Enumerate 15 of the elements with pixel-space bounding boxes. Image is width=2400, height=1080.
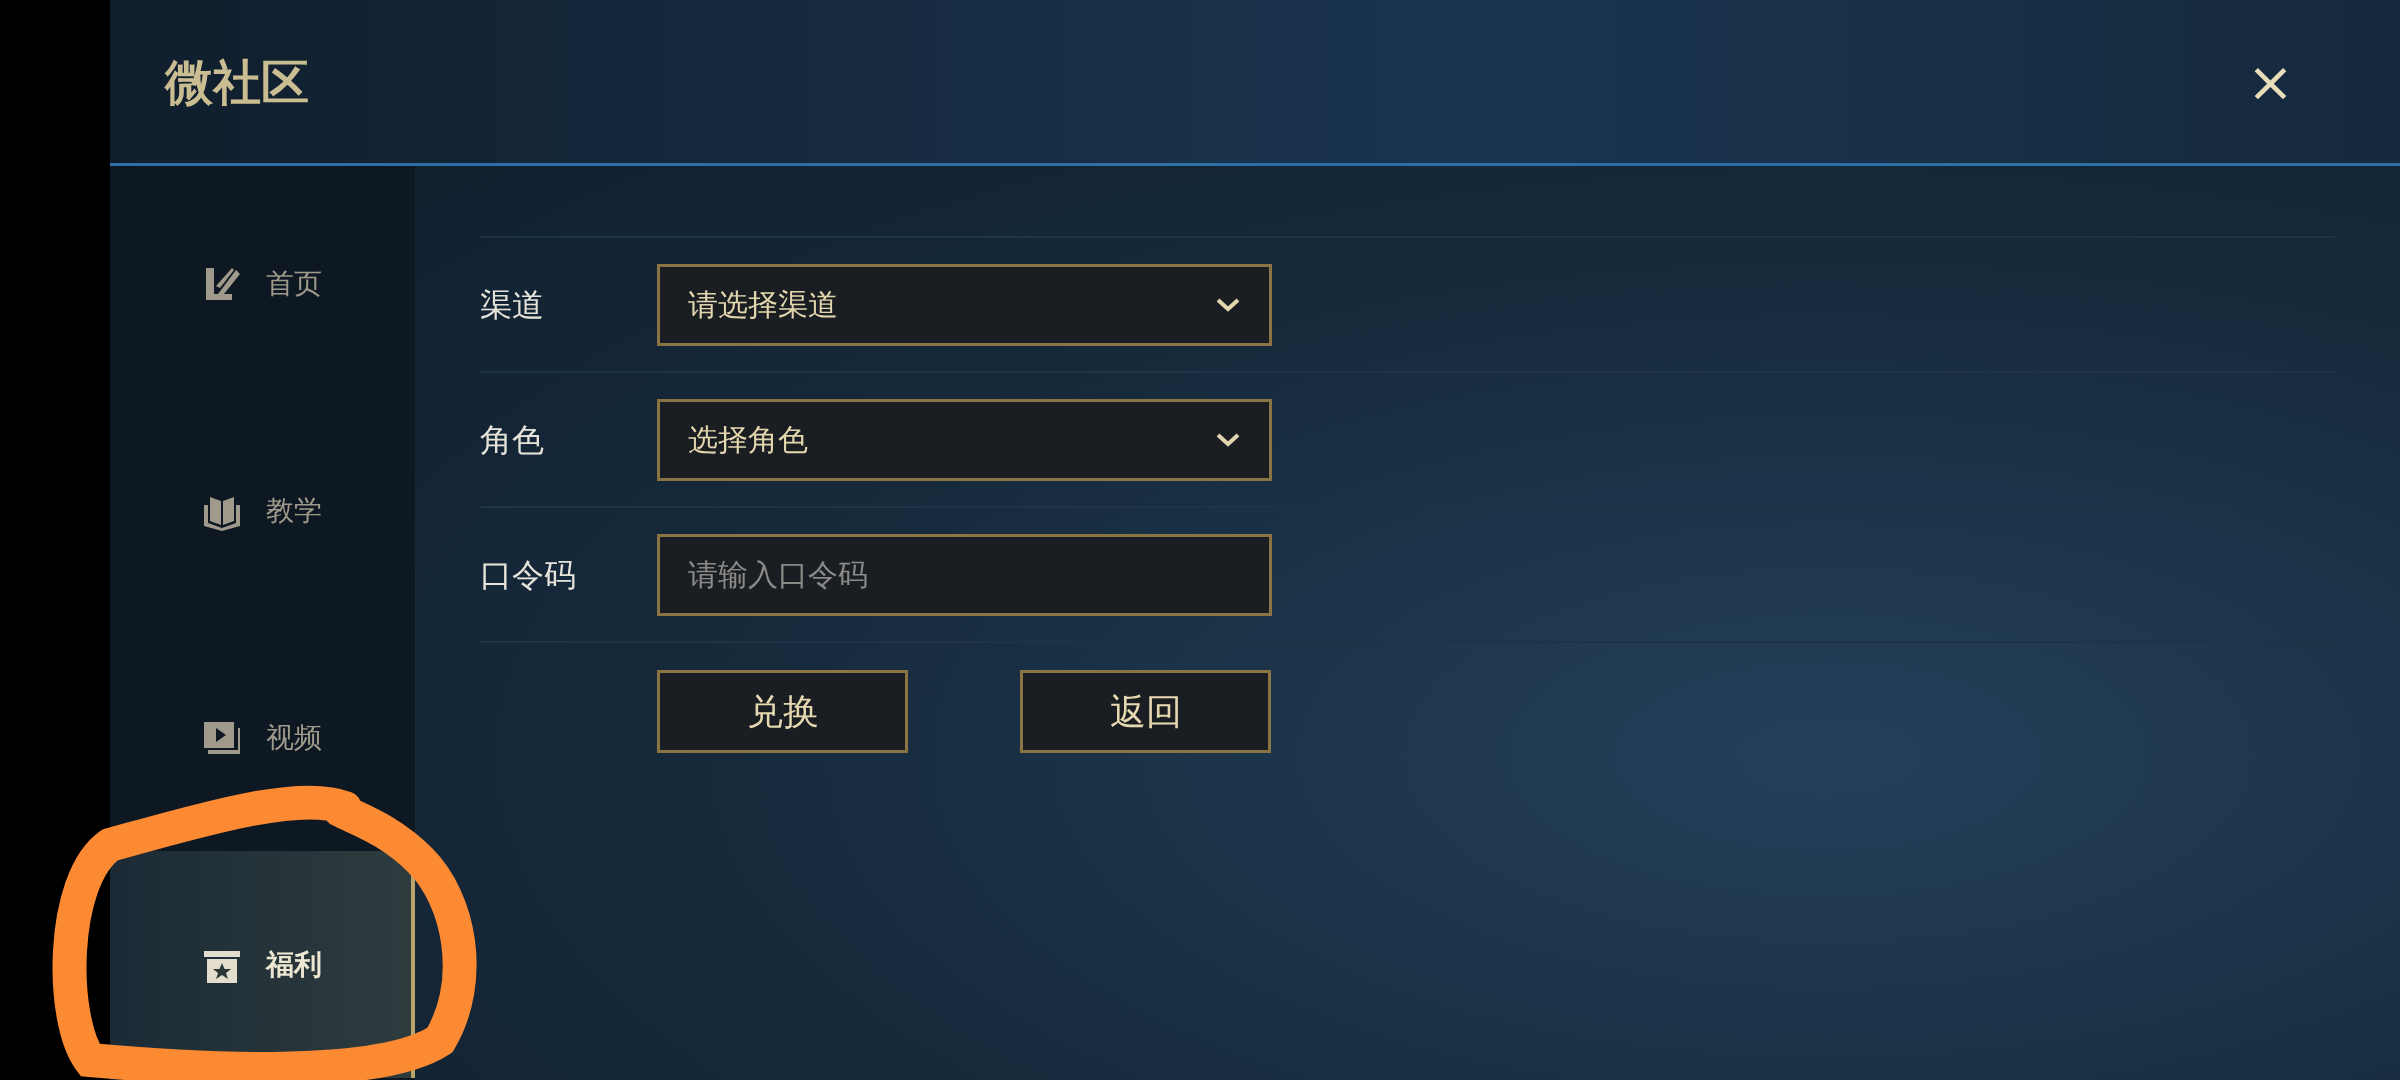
chevron-down-icon bbox=[1215, 296, 1241, 313]
window-title: 微社区 bbox=[165, 52, 309, 112]
input-field[interactable]: 请输入口令码 bbox=[657, 533, 1272, 616]
close-button[interactable]: × bbox=[2241, 53, 2300, 110]
sidebar-tab[interactable]: 视频 bbox=[110, 624, 415, 851]
sidebar-tab[interactable]: 首页 bbox=[110, 170, 415, 397]
sidebar-tab[interactable]: 教学 bbox=[110, 397, 415, 624]
action-button[interactable]: 兑换 bbox=[657, 670, 908, 753]
dropdown-field[interactable]: 请选择渠道 bbox=[657, 263, 1272, 346]
field-label: 角色 bbox=[480, 419, 545, 461]
field-label: 渠道 bbox=[480, 284, 545, 326]
chevron-down-icon bbox=[1215, 431, 1241, 448]
field-label: 口令码 bbox=[480, 554, 577, 596]
dropdown-field[interactable]: 选择角色 bbox=[657, 398, 1272, 481]
action-button[interactable]: 返回 bbox=[1020, 670, 1271, 753]
